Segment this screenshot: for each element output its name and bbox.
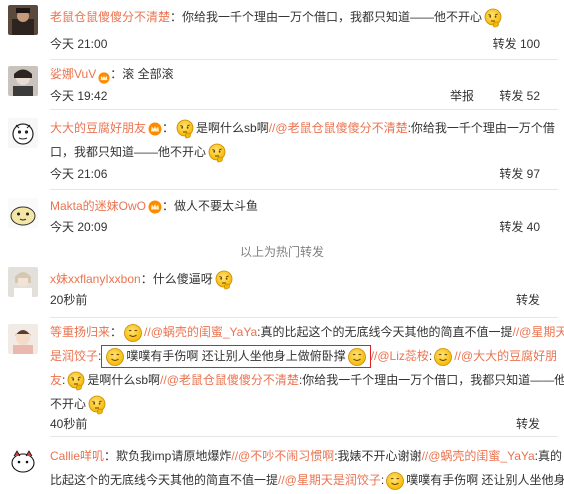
divider	[50, 436, 558, 437]
divider	[50, 109, 558, 110]
emoji-smile-icon	[105, 347, 125, 367]
emoji-smile-icon	[385, 471, 405, 491]
mention-link[interactable]: 友	[50, 373, 62, 387]
emoji-thinking-icon	[66, 371, 86, 391]
repost-link[interactable]: 转发 100	[493, 37, 540, 51]
repost-link[interactable]: 转发 40	[499, 220, 540, 234]
avatar[interactable]	[8, 118, 38, 148]
divider	[50, 189, 558, 190]
avatar[interactable]	[8, 324, 38, 354]
avatar[interactable]	[8, 66, 38, 96]
hot-comment-1: 老鼠仓鼠傻傻分不清楚：你给我一千个理由一万个借口，我都只知道——他不开心 今天 …	[0, 0, 564, 64]
mention-link[interactable]: //@Liz蕊桉	[371, 349, 429, 363]
avatar[interactable]	[8, 198, 38, 228]
crown-badge-icon	[98, 69, 110, 81]
avatar[interactable]	[8, 267, 38, 297]
emoji-smile-icon	[123, 323, 143, 343]
emoji-smile-icon	[347, 347, 367, 367]
comment-time: 今天 20:09	[50, 220, 108, 234]
comment-username[interactable]: x妹xxflanyIxxbon	[50, 272, 141, 286]
comment-username[interactable]: 大大的豆腐好朋友	[50, 121, 146, 135]
mention-link[interactable]: //@蜗壳的闺蜜_YaYa	[422, 449, 535, 463]
mention-link[interactable]: //@大大的豆腐好朋	[454, 349, 557, 363]
mention-link[interactable]: //@老鼠仓鼠傻傻分不清楚	[160, 373, 299, 387]
emoji-thinking-icon	[87, 395, 107, 415]
hot-comment-3: 大大的豆腐好朋友：是啊什么sb啊//@老鼠仓鼠傻傻分不清楚:你给我一千个理由一万…	[0, 112, 564, 192]
mention-link[interactable]: //@蜗壳的闺蜜_YaYa	[144, 325, 257, 339]
emoji-thinking-icon	[214, 270, 234, 290]
comment-text: 是啊什么sb啊	[196, 121, 269, 135]
comment-text: ：什么傻逼呀	[140, 272, 213, 286]
comment-username[interactable]: 娑娜VuV	[50, 67, 96, 81]
comment-text: ：你给我一千个理由一万个借口，我都只知道——他不开心	[170, 10, 483, 24]
comment-time: 今天 21:06	[50, 167, 108, 181]
comment-text: ：滚 全部滚	[110, 67, 174, 81]
avatar[interactable]	[8, 5, 38, 35]
emoji-thinking-icon	[175, 119, 195, 139]
emoji-thinking-icon	[483, 8, 503, 28]
repost-link[interactable]: 转发 97	[499, 167, 540, 181]
vip-badge-icon	[148, 200, 162, 214]
report-link[interactable]: 举报	[450, 89, 474, 103]
comment-1: x妹xxflanyIxxbon：什么傻逼呀 20秒前 转发	[0, 262, 564, 320]
repost-link[interactable]: 转发 52	[499, 89, 540, 103]
mention-link[interactable]: 是润饺子	[50, 349, 98, 363]
comment-time: 20秒前	[50, 293, 88, 307]
comment-time: 40秒前	[50, 417, 88, 431]
emoji-smile-icon	[433, 347, 453, 367]
comment-username[interactable]: Callie咩叽	[50, 449, 104, 463]
emoji-thinking-icon	[207, 143, 227, 163]
vip-badge-icon	[148, 122, 162, 136]
repost-link[interactable]: 转发	[516, 293, 540, 307]
hot-section-divider: 以上为热门转发	[239, 245, 324, 259]
hot-comment-4: Makta的迷妹OwO ：做人不要太斗鱼 今天 20:09 转发 40	[0, 192, 564, 238]
comment-time: 今天 21:00	[50, 37, 108, 51]
hot-comment-2: 娑娜VuV ：滚 全部滚 今天 19:42 举报 转发 52	[0, 60, 564, 110]
comment-text: :你给我一千个理由一万个借	[407, 121, 555, 135]
comment-text: ：做人不要太斗鱼	[162, 199, 259, 213]
comment-2: 等重扬归来：//@蜗壳的闺蜜_YaYa:真的比起这个的无底线今天其他的简直不值一…	[0, 318, 564, 437]
repost-link[interactable]: 转发	[516, 417, 540, 431]
mention-link[interactable]: //@星期天	[512, 325, 564, 339]
avatar[interactable]	[8, 446, 38, 476]
comment-text: 口，我都只知道——他不开心	[50, 145, 207, 159]
mention-link[interactable]: //@星期天是润饺子	[278, 473, 381, 487]
comment-username[interactable]: 等重扬归来	[50, 325, 110, 339]
comment-username[interactable]: Makta的迷妹OwO	[50, 199, 146, 213]
mention-link[interactable]: //@老鼠仓鼠傻傻分不清楚	[269, 121, 408, 135]
mention-link[interactable]: //@不吵不闹习惯啊	[231, 449, 334, 463]
comment-time: 今天 19:42	[50, 89, 108, 103]
comment-3: Callie咩叽：欺负我imp请原地爆炸//@不吵不闹习惯啊:我婊不开心谢谢//…	[0, 440, 564, 494]
highlighted-text: 噗噗有手伤啊 还让别人坐他身上做俯卧撑	[101, 345, 371, 368]
comment-username[interactable]: 老鼠仓鼠傻傻分不清楚	[50, 10, 170, 24]
